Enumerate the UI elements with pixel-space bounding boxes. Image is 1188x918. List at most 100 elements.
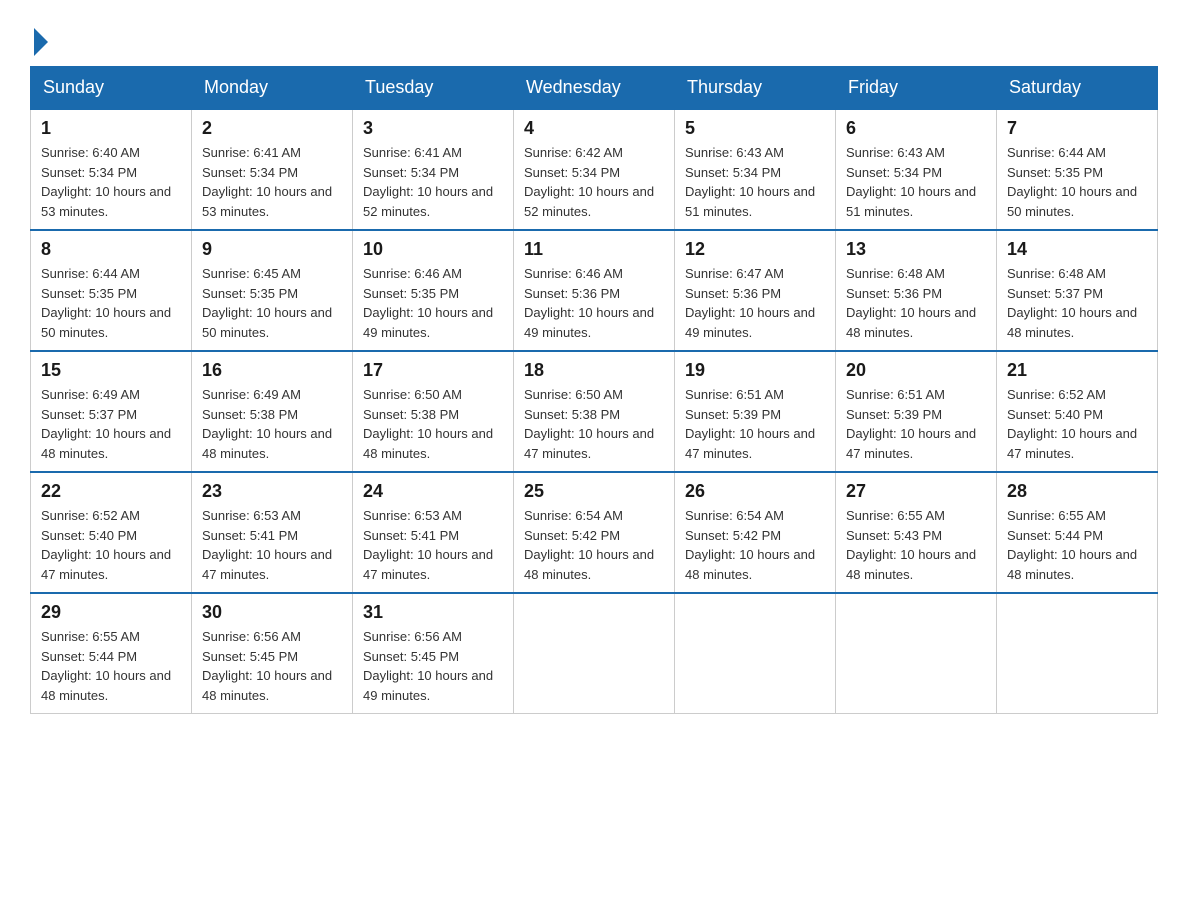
day-number: 21 bbox=[1007, 360, 1147, 381]
table-row: 13 Sunrise: 6:48 AMSunset: 5:36 PMDaylig… bbox=[836, 230, 997, 351]
day-info: Sunrise: 6:40 AMSunset: 5:34 PMDaylight:… bbox=[41, 143, 181, 221]
day-number: 14 bbox=[1007, 239, 1147, 260]
day-info: Sunrise: 6:50 AMSunset: 5:38 PMDaylight:… bbox=[363, 385, 503, 463]
day-info: Sunrise: 6:42 AMSunset: 5:34 PMDaylight:… bbox=[524, 143, 664, 221]
calendar-week-row: 22 Sunrise: 6:52 AMSunset: 5:40 PMDaylig… bbox=[31, 472, 1158, 593]
day-number: 19 bbox=[685, 360, 825, 381]
day-number: 26 bbox=[685, 481, 825, 502]
day-number: 17 bbox=[363, 360, 503, 381]
day-number: 25 bbox=[524, 481, 664, 502]
day-number: 20 bbox=[846, 360, 986, 381]
table-row bbox=[675, 593, 836, 714]
table-row: 24 Sunrise: 6:53 AMSunset: 5:41 PMDaylig… bbox=[353, 472, 514, 593]
table-row: 17 Sunrise: 6:50 AMSunset: 5:38 PMDaylig… bbox=[353, 351, 514, 472]
table-row: 2 Sunrise: 6:41 AMSunset: 5:34 PMDayligh… bbox=[192, 109, 353, 230]
table-row: 26 Sunrise: 6:54 AMSunset: 5:42 PMDaylig… bbox=[675, 472, 836, 593]
day-number: 15 bbox=[41, 360, 181, 381]
day-number: 28 bbox=[1007, 481, 1147, 502]
table-row: 25 Sunrise: 6:54 AMSunset: 5:42 PMDaylig… bbox=[514, 472, 675, 593]
day-info: Sunrise: 6:46 AMSunset: 5:36 PMDaylight:… bbox=[524, 264, 664, 342]
table-row: 19 Sunrise: 6:51 AMSunset: 5:39 PMDaylig… bbox=[675, 351, 836, 472]
logo-triangle-icon bbox=[34, 28, 48, 56]
day-number: 3 bbox=[363, 118, 503, 139]
table-row: 12 Sunrise: 6:47 AMSunset: 5:36 PMDaylig… bbox=[675, 230, 836, 351]
table-row: 18 Sunrise: 6:50 AMSunset: 5:38 PMDaylig… bbox=[514, 351, 675, 472]
table-row bbox=[514, 593, 675, 714]
day-number: 22 bbox=[41, 481, 181, 502]
day-info: Sunrise: 6:43 AMSunset: 5:34 PMDaylight:… bbox=[846, 143, 986, 221]
calendar-week-row: 8 Sunrise: 6:44 AMSunset: 5:35 PMDayligh… bbox=[31, 230, 1158, 351]
table-row: 5 Sunrise: 6:43 AMSunset: 5:34 PMDayligh… bbox=[675, 109, 836, 230]
day-number: 11 bbox=[524, 239, 664, 260]
table-row: 1 Sunrise: 6:40 AMSunset: 5:34 PMDayligh… bbox=[31, 109, 192, 230]
table-row: 4 Sunrise: 6:42 AMSunset: 5:34 PMDayligh… bbox=[514, 109, 675, 230]
day-number: 7 bbox=[1007, 118, 1147, 139]
col-tuesday: Tuesday bbox=[353, 67, 514, 110]
day-info: Sunrise: 6:49 AMSunset: 5:37 PMDaylight:… bbox=[41, 385, 181, 463]
day-info: Sunrise: 6:41 AMSunset: 5:34 PMDaylight:… bbox=[202, 143, 342, 221]
table-row: 28 Sunrise: 6:55 AMSunset: 5:44 PMDaylig… bbox=[997, 472, 1158, 593]
day-number: 27 bbox=[846, 481, 986, 502]
day-info: Sunrise: 6:54 AMSunset: 5:42 PMDaylight:… bbox=[685, 506, 825, 584]
day-info: Sunrise: 6:50 AMSunset: 5:38 PMDaylight:… bbox=[524, 385, 664, 463]
col-thursday: Thursday bbox=[675, 67, 836, 110]
day-info: Sunrise: 6:55 AMSunset: 5:44 PMDaylight:… bbox=[1007, 506, 1147, 584]
day-number: 16 bbox=[202, 360, 342, 381]
day-number: 30 bbox=[202, 602, 342, 623]
day-number: 10 bbox=[363, 239, 503, 260]
day-info: Sunrise: 6:56 AMSunset: 5:45 PMDaylight:… bbox=[363, 627, 503, 705]
table-row: 29 Sunrise: 6:55 AMSunset: 5:44 PMDaylig… bbox=[31, 593, 192, 714]
calendar-week-row: 1 Sunrise: 6:40 AMSunset: 5:34 PMDayligh… bbox=[31, 109, 1158, 230]
page-header bbox=[30, 20, 1158, 56]
table-row: 22 Sunrise: 6:52 AMSunset: 5:40 PMDaylig… bbox=[31, 472, 192, 593]
table-row: 9 Sunrise: 6:45 AMSunset: 5:35 PMDayligh… bbox=[192, 230, 353, 351]
day-number: 18 bbox=[524, 360, 664, 381]
day-info: Sunrise: 6:53 AMSunset: 5:41 PMDaylight:… bbox=[363, 506, 503, 584]
day-info: Sunrise: 6:55 AMSunset: 5:43 PMDaylight:… bbox=[846, 506, 986, 584]
day-info: Sunrise: 6:47 AMSunset: 5:36 PMDaylight:… bbox=[685, 264, 825, 342]
day-info: Sunrise: 6:56 AMSunset: 5:45 PMDaylight:… bbox=[202, 627, 342, 705]
table-row: 8 Sunrise: 6:44 AMSunset: 5:35 PMDayligh… bbox=[31, 230, 192, 351]
day-info: Sunrise: 6:46 AMSunset: 5:35 PMDaylight:… bbox=[363, 264, 503, 342]
col-sunday: Sunday bbox=[31, 67, 192, 110]
day-info: Sunrise: 6:48 AMSunset: 5:37 PMDaylight:… bbox=[1007, 264, 1147, 342]
col-wednesday: Wednesday bbox=[514, 67, 675, 110]
day-info: Sunrise: 6:48 AMSunset: 5:36 PMDaylight:… bbox=[846, 264, 986, 342]
logo-blue-text bbox=[30, 28, 50, 56]
day-info: Sunrise: 6:54 AMSunset: 5:42 PMDaylight:… bbox=[524, 506, 664, 584]
table-row: 3 Sunrise: 6:41 AMSunset: 5:34 PMDayligh… bbox=[353, 109, 514, 230]
day-number: 23 bbox=[202, 481, 342, 502]
table-row: 10 Sunrise: 6:46 AMSunset: 5:35 PMDaylig… bbox=[353, 230, 514, 351]
day-info: Sunrise: 6:53 AMSunset: 5:41 PMDaylight:… bbox=[202, 506, 342, 584]
table-row: 21 Sunrise: 6:52 AMSunset: 5:40 PMDaylig… bbox=[997, 351, 1158, 472]
day-number: 1 bbox=[41, 118, 181, 139]
day-number: 31 bbox=[363, 602, 503, 623]
calendar-table: Sunday Monday Tuesday Wednesday Thursday… bbox=[30, 66, 1158, 714]
day-number: 6 bbox=[846, 118, 986, 139]
table-row: 15 Sunrise: 6:49 AMSunset: 5:37 PMDaylig… bbox=[31, 351, 192, 472]
table-row: 14 Sunrise: 6:48 AMSunset: 5:37 PMDaylig… bbox=[997, 230, 1158, 351]
col-saturday: Saturday bbox=[997, 67, 1158, 110]
day-info: Sunrise: 6:55 AMSunset: 5:44 PMDaylight:… bbox=[41, 627, 181, 705]
day-info: Sunrise: 6:43 AMSunset: 5:34 PMDaylight:… bbox=[685, 143, 825, 221]
day-number: 24 bbox=[363, 481, 503, 502]
day-info: Sunrise: 6:51 AMSunset: 5:39 PMDaylight:… bbox=[685, 385, 825, 463]
table-row: 16 Sunrise: 6:49 AMSunset: 5:38 PMDaylig… bbox=[192, 351, 353, 472]
table-row bbox=[997, 593, 1158, 714]
table-row bbox=[836, 593, 997, 714]
table-row: 23 Sunrise: 6:53 AMSunset: 5:41 PMDaylig… bbox=[192, 472, 353, 593]
calendar-header-row: Sunday Monday Tuesday Wednesday Thursday… bbox=[31, 67, 1158, 110]
calendar-week-row: 15 Sunrise: 6:49 AMSunset: 5:37 PMDaylig… bbox=[31, 351, 1158, 472]
table-row: 30 Sunrise: 6:56 AMSunset: 5:45 PMDaylig… bbox=[192, 593, 353, 714]
day-number: 12 bbox=[685, 239, 825, 260]
table-row: 7 Sunrise: 6:44 AMSunset: 5:35 PMDayligh… bbox=[997, 109, 1158, 230]
col-monday: Monday bbox=[192, 67, 353, 110]
day-number: 4 bbox=[524, 118, 664, 139]
day-number: 8 bbox=[41, 239, 181, 260]
calendar-week-row: 29 Sunrise: 6:55 AMSunset: 5:44 PMDaylig… bbox=[31, 593, 1158, 714]
table-row: 31 Sunrise: 6:56 AMSunset: 5:45 PMDaylig… bbox=[353, 593, 514, 714]
table-row: 20 Sunrise: 6:51 AMSunset: 5:39 PMDaylig… bbox=[836, 351, 997, 472]
day-number: 2 bbox=[202, 118, 342, 139]
table-row: 27 Sunrise: 6:55 AMSunset: 5:43 PMDaylig… bbox=[836, 472, 997, 593]
day-info: Sunrise: 6:51 AMSunset: 5:39 PMDaylight:… bbox=[846, 385, 986, 463]
